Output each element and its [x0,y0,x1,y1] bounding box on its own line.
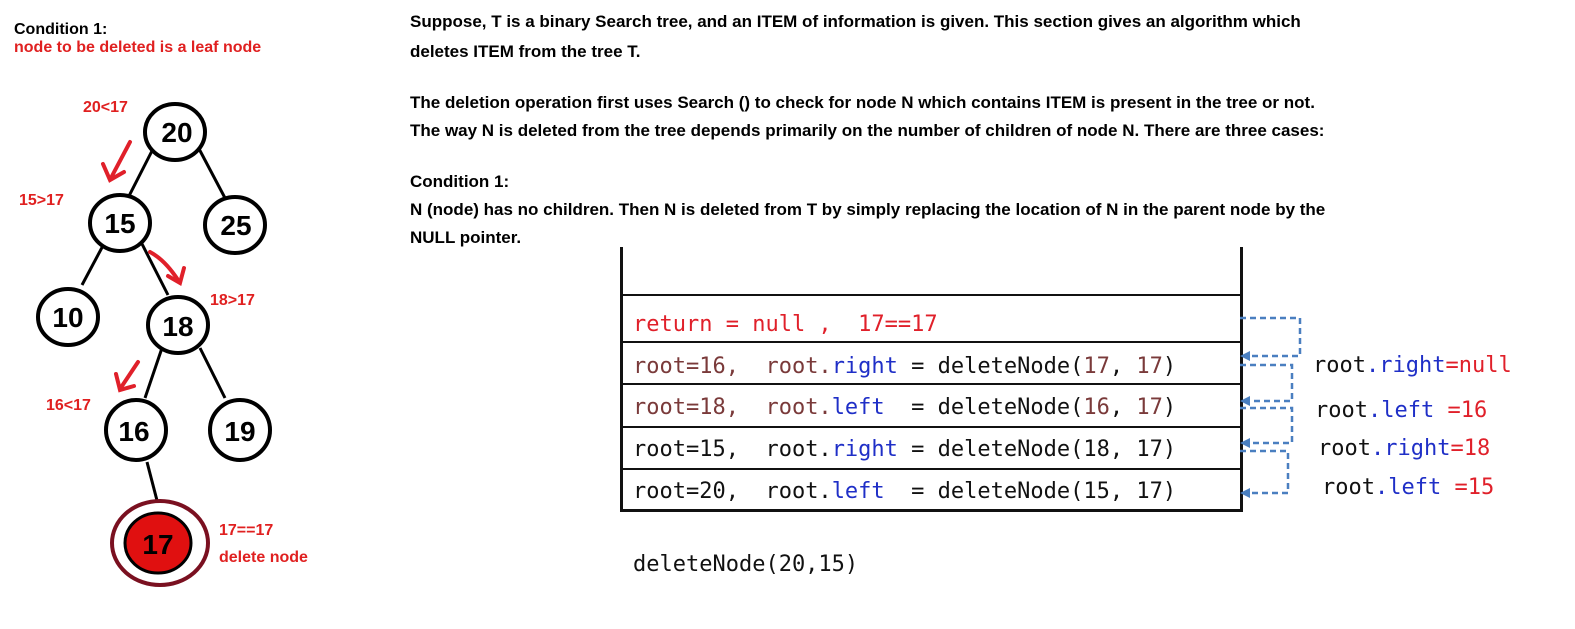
stack-divider-3 [620,426,1240,428]
stack-row-return: return = null , 17==17 [633,312,938,337]
deletion-line-1: The deletion operation first uses Search… [410,93,1315,112]
node-15: 15 [104,208,135,239]
node-20: 20 [161,117,192,148]
initial-call: deleteNode(20,15) [633,552,859,577]
bst-diagram: 20 15 25 10 18 16 19 17 20<17 15>17 18>1… [19,99,308,587]
stack-divider-0 [620,294,1240,296]
edge-18-16 [143,347,164,399]
return-arrow-3 [1240,406,1294,445]
node-17: 17 [142,529,173,560]
condition-title: Condition 1: [410,172,510,191]
stack-divider-2 [620,383,1240,385]
return-arrow-1 [1240,316,1302,358]
return-arrow-2 [1240,363,1294,403]
stack-row-20: root=20, root.left = deleteNode(15, 17) [633,479,1177,504]
return-label-1: root.right=null [1313,353,1512,378]
ann-18-17: 18>17 [210,292,255,309]
intro-line-1: Suppose, T is a binary Search tree, and … [410,12,1301,31]
ann-17-17: 17==17 [219,522,273,539]
arrow-20-15 [110,140,132,178]
return-arrow-1-head [1240,351,1250,361]
node-16: 16 [118,416,149,447]
left-heading: Condition 1: [14,21,108,38]
ann-20-17: 20<17 [83,99,128,116]
edge-20-25 [195,144,227,199]
stack-divider-4 [620,468,1240,470]
return-label-3: root.right=18 [1318,436,1491,461]
edge-20-15 [126,144,157,199]
ann-delete-node: delete node [219,549,308,566]
stack-row-15: root=15, root.right = deleteNode(18, 17) [633,437,1177,462]
condition-line-2: NULL pointer. [410,228,522,247]
stack-row-16: root=16, root.right = deleteNode(17, 17) [633,354,1177,379]
node-10: 10 [52,302,83,333]
return-arrow-4-head [1240,488,1250,498]
intro-line-2: deletes ITEM from the tree T. [410,42,641,61]
return-arrow-3-head [1240,438,1250,448]
call-stack [620,247,1243,512]
left-subheading: node to be deleted is a leaf node [14,39,262,56]
node-18: 18 [162,311,193,342]
stack-divider-1 [620,341,1240,343]
ann-16-17: 16<17 [46,397,91,414]
return-label-4: root.left =15 [1322,475,1495,500]
edge-15-18 [138,239,170,296]
return-arrows [1240,316,1302,498]
arrow-18-16 [120,360,140,388]
ann-15-17: 15>17 [19,192,64,209]
stack-row-18: root=18, root.left = deleteNode(16, 17) [633,395,1177,420]
edge-18-19 [198,347,227,399]
node-25: 25 [220,210,251,241]
return-null: return = null , [633,312,859,337]
return-compare: 17==17 [858,312,938,337]
return-arrow-4 [1240,449,1290,495]
return-label-2: root.left =16 [1315,398,1488,423]
return-arrow-2-head [1240,396,1250,406]
condition-line-1: N (node) has no children. Then N is dele… [410,200,1326,219]
deletion-line-2: The way N is deleted from the tree depen… [410,121,1325,140]
node-19: 19 [224,416,255,447]
